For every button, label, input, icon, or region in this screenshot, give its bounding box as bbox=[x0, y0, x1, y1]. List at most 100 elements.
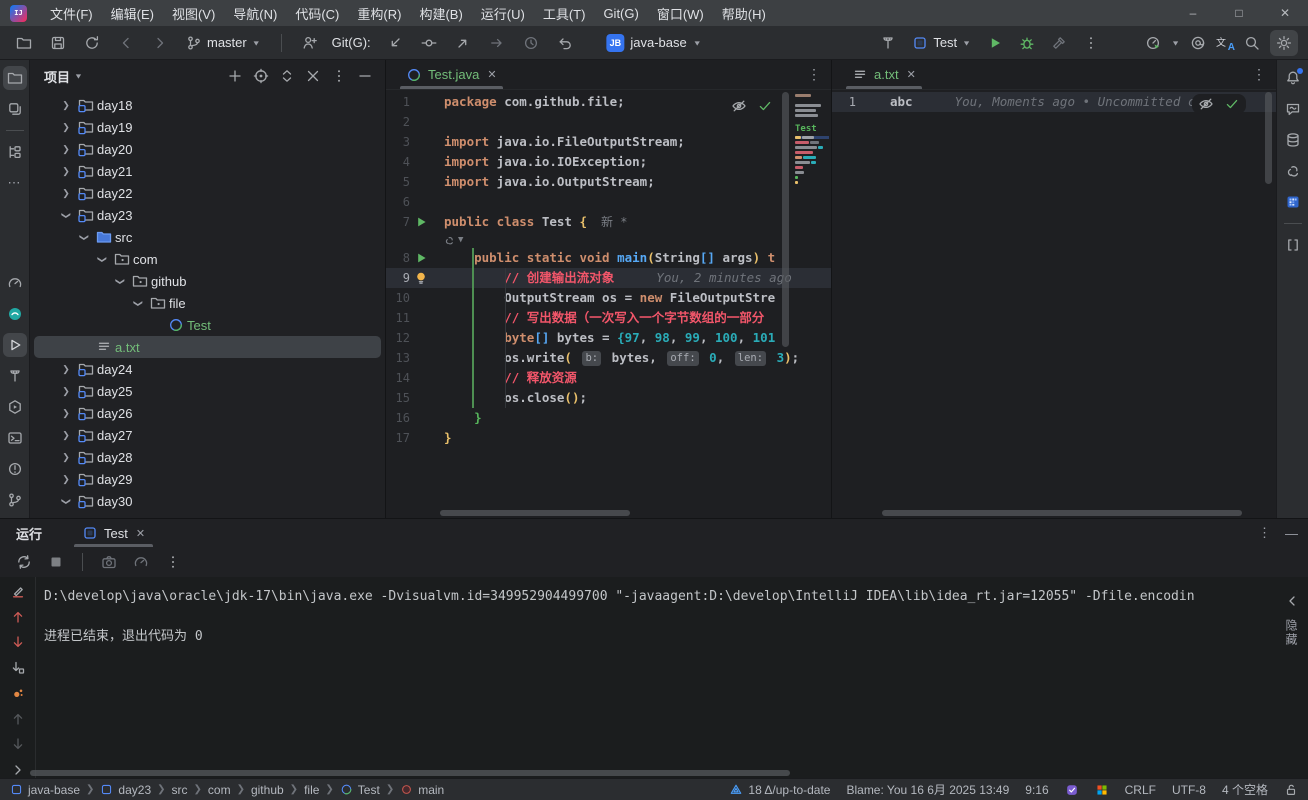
build-icon[interactable] bbox=[874, 30, 902, 56]
tree-chevron-icon[interactable]: ❯ bbox=[115, 273, 126, 289]
status-item[interactable] bbox=[1284, 783, 1298, 797]
tree-chevron-icon[interactable]: ❯ bbox=[79, 229, 90, 245]
run-config-chip[interactable]: Test ▼ bbox=[906, 30, 977, 56]
profiler-icon[interactable] bbox=[1139, 30, 1167, 56]
status-item-UTF8[interactable]: UTF-8 bbox=[1172, 783, 1206, 797]
hammer-icon[interactable] bbox=[1045, 30, 1073, 56]
git-menu-label[interactable]: Git(G): bbox=[332, 35, 371, 50]
tree-item-src[interactable]: ❯src bbox=[34, 226, 381, 248]
locate-file-icon[interactable] bbox=[249, 64, 273, 88]
tree-item-day21[interactable]: ❯day21 bbox=[34, 160, 381, 182]
breadcrumb-com[interactable]: com bbox=[208, 783, 231, 797]
settings-gear-icon[interactable] bbox=[1270, 30, 1298, 56]
menu-item[interactable]: 帮助(H) bbox=[713, 0, 775, 26]
close-icon[interactable]: ✕ bbox=[907, 68, 916, 81]
tree-chevron-icon[interactable]: ❯ bbox=[58, 452, 74, 463]
intention-bulb-icon[interactable] bbox=[410, 270, 432, 286]
editor-right-body[interactable]: 1abcYou, Moments ago • Uncommitted ch bbox=[832, 90, 1276, 518]
search-everywhere-icon[interactable] bbox=[1238, 30, 1266, 56]
tree-item-file[interactable]: ❯file bbox=[34, 292, 381, 314]
snapshot-camera-icon[interactable] bbox=[95, 549, 123, 575]
tree-item-day20[interactable]: ❯day20 bbox=[34, 138, 381, 160]
status-item-18uptodate[interactable]: 18 Δ/up-to-date bbox=[729, 783, 830, 797]
stop-icon[interactable] bbox=[42, 549, 70, 575]
jump-bottom-icon[interactable] bbox=[6, 660, 30, 677]
tree-item-Test[interactable]: Test bbox=[34, 314, 381, 336]
tree-chevron-icon[interactable]: ❯ bbox=[58, 430, 74, 441]
status-item-4[interactable]: 4 个空格 bbox=[1222, 781, 1268, 798]
minimize-button[interactable]: – bbox=[1170, 0, 1216, 26]
tree-item-day19[interactable]: ❯day19 bbox=[34, 116, 381, 138]
tree-item-day25[interactable]: ❯day25 bbox=[34, 380, 381, 402]
run-tab-test[interactable]: Test ✕ bbox=[72, 519, 155, 547]
plugin-grid-icon[interactable] bbox=[1281, 190, 1305, 214]
breadcrumb-github[interactable]: github bbox=[251, 783, 284, 797]
tree-chevron-icon[interactable]: ❯ bbox=[133, 295, 144, 311]
open-folder-icon[interactable] bbox=[10, 30, 38, 56]
tree-item-day18[interactable]: ❯day18 bbox=[34, 94, 381, 116]
profiler-gauge-icon[interactable] bbox=[127, 549, 155, 575]
hide-panel-icon[interactable] bbox=[353, 64, 377, 88]
menu-item[interactable]: 编辑(E) bbox=[102, 0, 163, 26]
breadcrumb-day23[interactable]: day23 bbox=[100, 783, 151, 797]
run-tool-icon[interactable] bbox=[3, 333, 27, 357]
tree-chevron-icon[interactable]: ❯ bbox=[61, 493, 72, 509]
editor-hscrollbar[interactable] bbox=[440, 510, 630, 516]
close-icon[interactable]: ✕ bbox=[487, 68, 496, 81]
panel-options-icon[interactable] bbox=[327, 64, 351, 88]
problems-tool-icon[interactable] bbox=[3, 457, 27, 481]
editor-scrollbar-thumb[interactable] bbox=[782, 92, 789, 347]
project-tool-icon[interactable] bbox=[3, 66, 27, 90]
menu-item[interactable]: 运行(U) bbox=[472, 0, 534, 26]
next-trace-icon[interactable] bbox=[6, 634, 30, 651]
sync-icon[interactable] bbox=[78, 30, 106, 56]
tab-a-txt[interactable]: a.txt ✕ bbox=[842, 60, 926, 89]
tree-item-day27[interactable]: ❯day27 bbox=[34, 424, 381, 446]
chevron-down-icon[interactable]: ▼ bbox=[74, 72, 83, 80]
more-actions-icon[interactable] bbox=[1077, 30, 1105, 56]
build-tool-icon[interactable] bbox=[3, 364, 27, 388]
breadcrumb-java-base[interactable]: java-base bbox=[10, 783, 80, 797]
tree-item-day29[interactable]: ❯day29 bbox=[34, 468, 381, 490]
menu-item[interactable]: 重构(R) bbox=[348, 0, 410, 26]
ai-assistant-icon[interactable] bbox=[1184, 30, 1212, 56]
expand-chevron-icon[interactable] bbox=[6, 762, 30, 779]
save-all-icon[interactable] bbox=[44, 30, 72, 56]
status-item-CRLF[interactable]: CRLF bbox=[1125, 783, 1156, 797]
new-item-icon[interactable] bbox=[223, 64, 247, 88]
tree-item-a.txt[interactable]: a.txt bbox=[34, 336, 381, 358]
tree-chevron-icon[interactable]: ❯ bbox=[58, 166, 74, 177]
chevron-down-icon[interactable]: ▼ bbox=[1171, 39, 1180, 47]
tree-chevron-icon[interactable]: ❯ bbox=[58, 188, 74, 199]
highlighting-off-icon[interactable] bbox=[731, 98, 747, 114]
close-icon[interactable]: ✕ bbox=[136, 527, 145, 540]
prev-trace-icon[interactable] bbox=[6, 609, 30, 626]
status-item[interactable] bbox=[1095, 783, 1109, 797]
panel-options-icon[interactable]: ⋮ bbox=[1258, 525, 1271, 541]
tree-chevron-icon[interactable]: ❯ bbox=[58, 100, 74, 111]
database-tool-icon[interactable] bbox=[1281, 128, 1305, 152]
tree-item-day28[interactable]: ❯day28 bbox=[34, 446, 381, 468]
menu-item[interactable]: 视图(V) bbox=[163, 0, 224, 26]
tree-item-day30[interactable]: ❯day30 bbox=[34, 490, 381, 512]
tab-options-icon[interactable]: ⋮ bbox=[1252, 66, 1266, 83]
more-tools-icon[interactable]: ⋯ bbox=[3, 171, 27, 195]
ai-chat-icon[interactable] bbox=[1281, 97, 1305, 121]
run-panel-title[interactable]: 运行 bbox=[16, 524, 42, 543]
tree-chevron-icon[interactable]: ❯ bbox=[58, 474, 74, 485]
menu-item[interactable]: 代码(C) bbox=[286, 0, 348, 26]
breadcrumb-src[interactable]: src bbox=[172, 783, 188, 797]
debug-button[interactable] bbox=[1013, 30, 1041, 56]
tree-chevron-icon[interactable]: ❯ bbox=[58, 408, 74, 419]
status-item-916[interactable]: 9:16 bbox=[1025, 783, 1048, 797]
tree-item-day24[interactable]: ❯day24 bbox=[34, 358, 381, 380]
rerun-icon[interactable] bbox=[10, 549, 38, 575]
brackets-tool-icon[interactable] bbox=[1281, 233, 1305, 257]
ai-inlay-icon[interactable]: ▼ bbox=[444, 230, 463, 250]
status-item[interactable] bbox=[1065, 783, 1079, 797]
down-disabled-icon[interactable] bbox=[6, 736, 30, 753]
tree-item-day23[interactable]: ❯day23 bbox=[34, 204, 381, 226]
more-options-icon[interactable] bbox=[159, 549, 187, 575]
menu-item[interactable]: Git(G) bbox=[594, 0, 647, 26]
run-line-icon[interactable] bbox=[410, 214, 432, 230]
